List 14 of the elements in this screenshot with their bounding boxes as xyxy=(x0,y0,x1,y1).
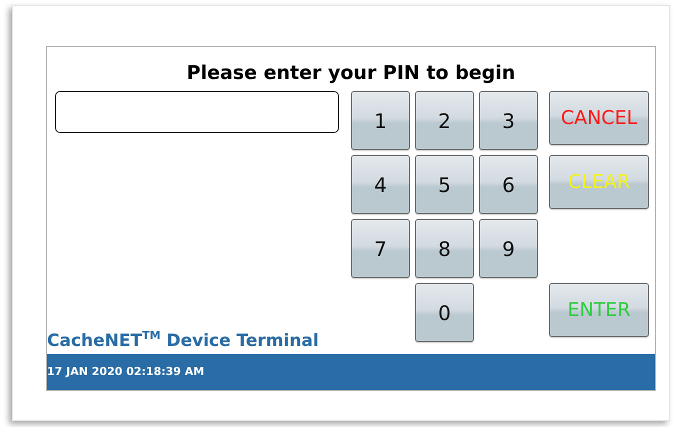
brand-title: CacheNET$^{TM}$ Device Terminal xyxy=(47,330,320,352)
digit-key[interactable]: 0 xyxy=(415,283,474,342)
digit-key[interactable]: 2 xyxy=(415,91,474,150)
digit-key[interactable]: 9 xyxy=(479,219,538,278)
datetime-text: 17 JAN 2020 02:18:39 AM xyxy=(47,365,204,379)
digit-key[interactable]: 8 xyxy=(415,219,474,278)
digit-key[interactable]: 1 xyxy=(351,91,410,150)
pin-field[interactable] xyxy=(55,91,339,133)
digit-key[interactable]: 7 xyxy=(351,219,410,278)
digit-key[interactable]: 5 xyxy=(415,155,474,214)
page-title: Please enter your PIN to begin xyxy=(186,61,516,86)
digit-key[interactable]: 3 xyxy=(479,91,538,150)
digit-key[interactable]: 4 xyxy=(351,155,410,214)
digit-key[interactable]: 6 xyxy=(479,155,538,214)
